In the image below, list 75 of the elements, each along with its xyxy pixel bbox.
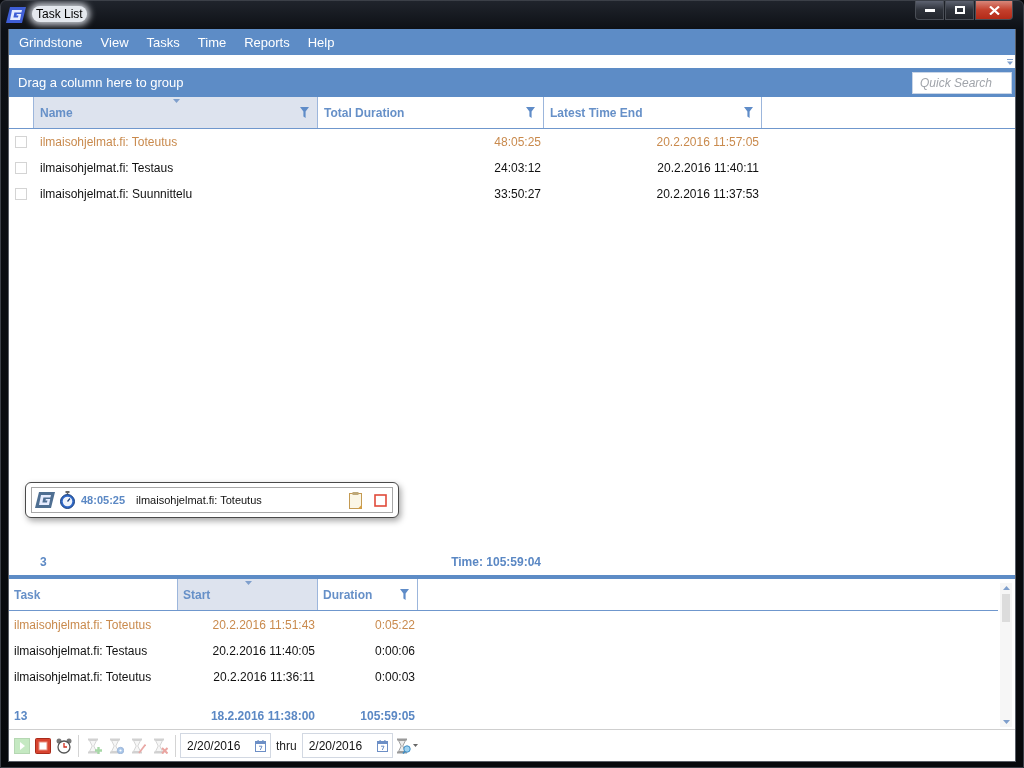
play-icon (13, 737, 30, 754)
menu-item[interactable]: Tasks (137, 34, 189, 50)
scroll-up-arrow-icon[interactable] (1002, 586, 1010, 590)
maximize-button[interactable] (945, 1, 974, 20)
filter-icon[interactable] (526, 107, 535, 118)
summary-value: Time: 105:59:04 (450, 555, 542, 569)
filter-icon[interactable] (400, 589, 409, 600)
table-cell-text: 0:00:03 (373, 670, 416, 684)
table-cell-text: 20.2.2016 11:37:53 (655, 187, 760, 201)
summary-value: 3 (39, 555, 48, 569)
stopwatch-icon (60, 491, 75, 509)
table-cell-text: 0:00:06 (373, 644, 416, 658)
table-cell-text: 0:05:22 (373, 618, 416, 632)
column-header[interactable]: Start (178, 579, 318, 610)
logo-icon (6, 7, 26, 23)
elapsed-time: 48:05:25 (81, 494, 126, 506)
table-cell-text: ilmaisohjelmat.fi: Testaus (39, 161, 175, 175)
scrollbar-thumb[interactable] (1002, 594, 1010, 622)
minimize-icon (924, 8, 935, 12)
table-cell-text: 20.2.2016 11:57:05 (655, 135, 760, 149)
table-cell-text: ilmaisohjelmat.fi: Toteutus (13, 618, 153, 632)
stop-icon[interactable] (374, 493, 387, 507)
hourglass-plus-icon (86, 737, 102, 754)
hourglass-gear-icon (108, 737, 124, 754)
close-button[interactable] (975, 1, 1013, 20)
range-label: thru (276, 738, 297, 753)
table-cell-text: ilmaisohjelmat.fi: Toteutus (39, 135, 179, 149)
sort-arrow-icon (172, 99, 180, 103)
table-cell-text: 20.2.2016 11:40:05 (211, 644, 316, 658)
calendar-icon[interactable] (376, 739, 388, 752)
filter-icon[interactable] (744, 107, 753, 118)
overflow-arrow-icon[interactable] (1007, 58, 1013, 65)
row-checkbox[interactable] (15, 188, 27, 200)
row-checkbox[interactable] (15, 162, 27, 174)
menu-item[interactable]: Reports (235, 34, 299, 50)
sort-arrow-icon (244, 581, 252, 585)
hourglass-pencil-icon (130, 737, 146, 754)
maximize-icon (954, 6, 965, 14)
table-cell-text: 48:05:25 (493, 135, 542, 149)
table-cell-text: 20.2.2016 11:51:43 (211, 618, 316, 632)
stop-icon (34, 737, 51, 754)
summary-value: 13 (13, 709, 29, 723)
table-cell-text: ilmaisohjelmat.fi: Suunnittelu (39, 187, 194, 201)
column-header[interactable]: Name (34, 97, 318, 128)
date-field[interactable]: 2/20/2016 (180, 733, 271, 758)
table-cell-text: 20.2.2016 11:36:11 (212, 670, 316, 684)
caret-icon (412, 744, 418, 747)
task-name: ilmaisohjelmat.fi: Toteutus (136, 494, 262, 506)
group-hint: Drag a column here to group (18, 75, 184, 90)
hourglass-search-icon (394, 737, 411, 754)
menu-item[interactable]: Help (298, 34, 344, 50)
hourglass-cross-icon (152, 737, 168, 754)
scroll-down-arrow-icon[interactable] (1002, 720, 1010, 724)
menu-item[interactable]: View (91, 34, 138, 50)
close-icon (988, 5, 1000, 15)
table-cell-text: 20.2.2016 11:40:11 (656, 161, 760, 175)
table-cell-text: 24:03:12 (493, 161, 542, 175)
menu-item[interactable]: Time (188, 34, 236, 50)
calendar-icon[interactable] (255, 739, 266, 752)
summary-value: 18.2.2016 11:38:00 (209, 709, 316, 723)
table-cell-text: 33:50:27 (493, 187, 542, 201)
clipboard-icon[interactable] (349, 491, 362, 509)
menu-item[interactable]: Grindstone (10, 34, 92, 50)
logo-icon (35, 492, 55, 508)
table-cell-text: ilmaisohjelmat.fi: Testaus (13, 644, 149, 658)
scrollbar[interactable] (1000, 583, 1012, 727)
filter-icon[interactable] (300, 107, 309, 118)
search-field[interactable]: Quick Search (912, 71, 1012, 94)
table-cell-text: ilmaisohjelmat.fi: Toteutus (13, 670, 153, 684)
window-title: Task List (32, 6, 87, 22)
summary-value: 105:59:05 (359, 709, 416, 723)
alarm-clock-icon (55, 737, 72, 754)
minimize-button[interactable] (915, 1, 944, 20)
row-checkbox[interactable] (15, 136, 27, 148)
date-field[interactable]: 2/20/2016 (301, 733, 393, 758)
